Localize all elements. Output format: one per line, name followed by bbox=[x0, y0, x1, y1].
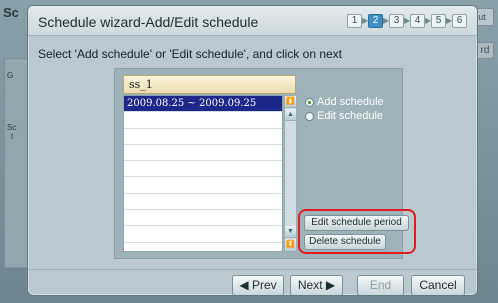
list-item[interactable] bbox=[124, 129, 282, 145]
background-left-label: t bbox=[11, 132, 14, 141]
schedule-mode-radio-group: Add schedule Edit schedule bbox=[305, 95, 384, 123]
background-left-panel: G Sc t bbox=[4, 58, 28, 268]
dialog-header: Schedule wizard-Add/Edit schedule 1 ▶ 2 … bbox=[28, 6, 477, 36]
list-item[interactable] bbox=[124, 210, 282, 227]
dialog-title: Schedule wizard-Add/Edit schedule bbox=[38, 14, 259, 30]
scroll-down-icon[interactable]: ▼ bbox=[285, 226, 296, 238]
step-indicator-5: 5 bbox=[431, 14, 446, 28]
scroll-up-icon[interactable]: ▲ bbox=[285, 109, 296, 121]
cancel-button[interactable]: Cancel bbox=[411, 275, 465, 295]
wizard-steps: 1 ▶ 2 ▶ 3 ▶ 4 ▶ 5 ▶ 6 bbox=[347, 14, 467, 28]
add-schedule-label[interactable]: Add schedule bbox=[317, 96, 384, 108]
list-item[interactable] bbox=[124, 194, 282, 211]
background-left-label: G bbox=[7, 71, 14, 80]
step-indicator-2: 2 bbox=[368, 14, 383, 28]
instruction-text: Select 'Add schedule' or 'Edit schedule'… bbox=[38, 47, 343, 61]
list-item[interactable] bbox=[124, 177, 282, 194]
list-scrollbar[interactable]: ⏫ ▲ ▼ ⏬ bbox=[284, 95, 297, 252]
step-indicator-3: 3 bbox=[389, 14, 404, 28]
list-item[interactable]: 2009.08.25 ~ 2009.09.25 bbox=[124, 96, 282, 113]
background-left-label: Sc bbox=[7, 123, 17, 132]
scroll-bottom-icon[interactable]: ⏬ bbox=[285, 239, 296, 251]
schedule-name-field: ss_1 bbox=[123, 75, 296, 94]
add-schedule-option[interactable]: Add schedule bbox=[305, 95, 384, 109]
scroll-top-icon[interactable]: ⏫ bbox=[285, 96, 296, 108]
edit-schedule-period-button[interactable]: Edit schedule period bbox=[304, 215, 409, 231]
step-indicator-1: 1 bbox=[347, 14, 362, 28]
schedule-period-list[interactable]: 2009.08.25 ~ 2009.09.25 bbox=[123, 95, 283, 252]
next-button[interactable]: Next ▶ bbox=[290, 275, 343, 295]
footer-divider bbox=[28, 269, 477, 270]
delete-schedule-button[interactable]: Delete schedule bbox=[304, 234, 386, 250]
prev-button[interactable]: ◀ Prev bbox=[232, 275, 284, 295]
radio-selected-icon[interactable] bbox=[305, 97, 314, 107]
step-indicator-4: 4 bbox=[410, 14, 425, 28]
radio-unselected-icon[interactable] bbox=[305, 111, 314, 121]
edit-schedule-option[interactable]: Edit schedule bbox=[305, 109, 384, 123]
background-side-button[interactable]: rd bbox=[476, 42, 494, 59]
edit-schedule-label[interactable]: Edit schedule bbox=[317, 110, 383, 122]
list-item[interactable] bbox=[124, 145, 282, 162]
background-title: Sc bbox=[3, 5, 19, 20]
schedule-wizard-dialog: Schedule wizard-Add/Edit schedule 1 ▶ 2 … bbox=[27, 5, 478, 296]
end-button[interactable]: End bbox=[357, 275, 404, 295]
list-item[interactable] bbox=[124, 112, 282, 129]
list-item[interactable] bbox=[124, 226, 282, 243]
list-item[interactable] bbox=[124, 161, 282, 178]
step-indicator-6: 6 bbox=[452, 14, 467, 28]
